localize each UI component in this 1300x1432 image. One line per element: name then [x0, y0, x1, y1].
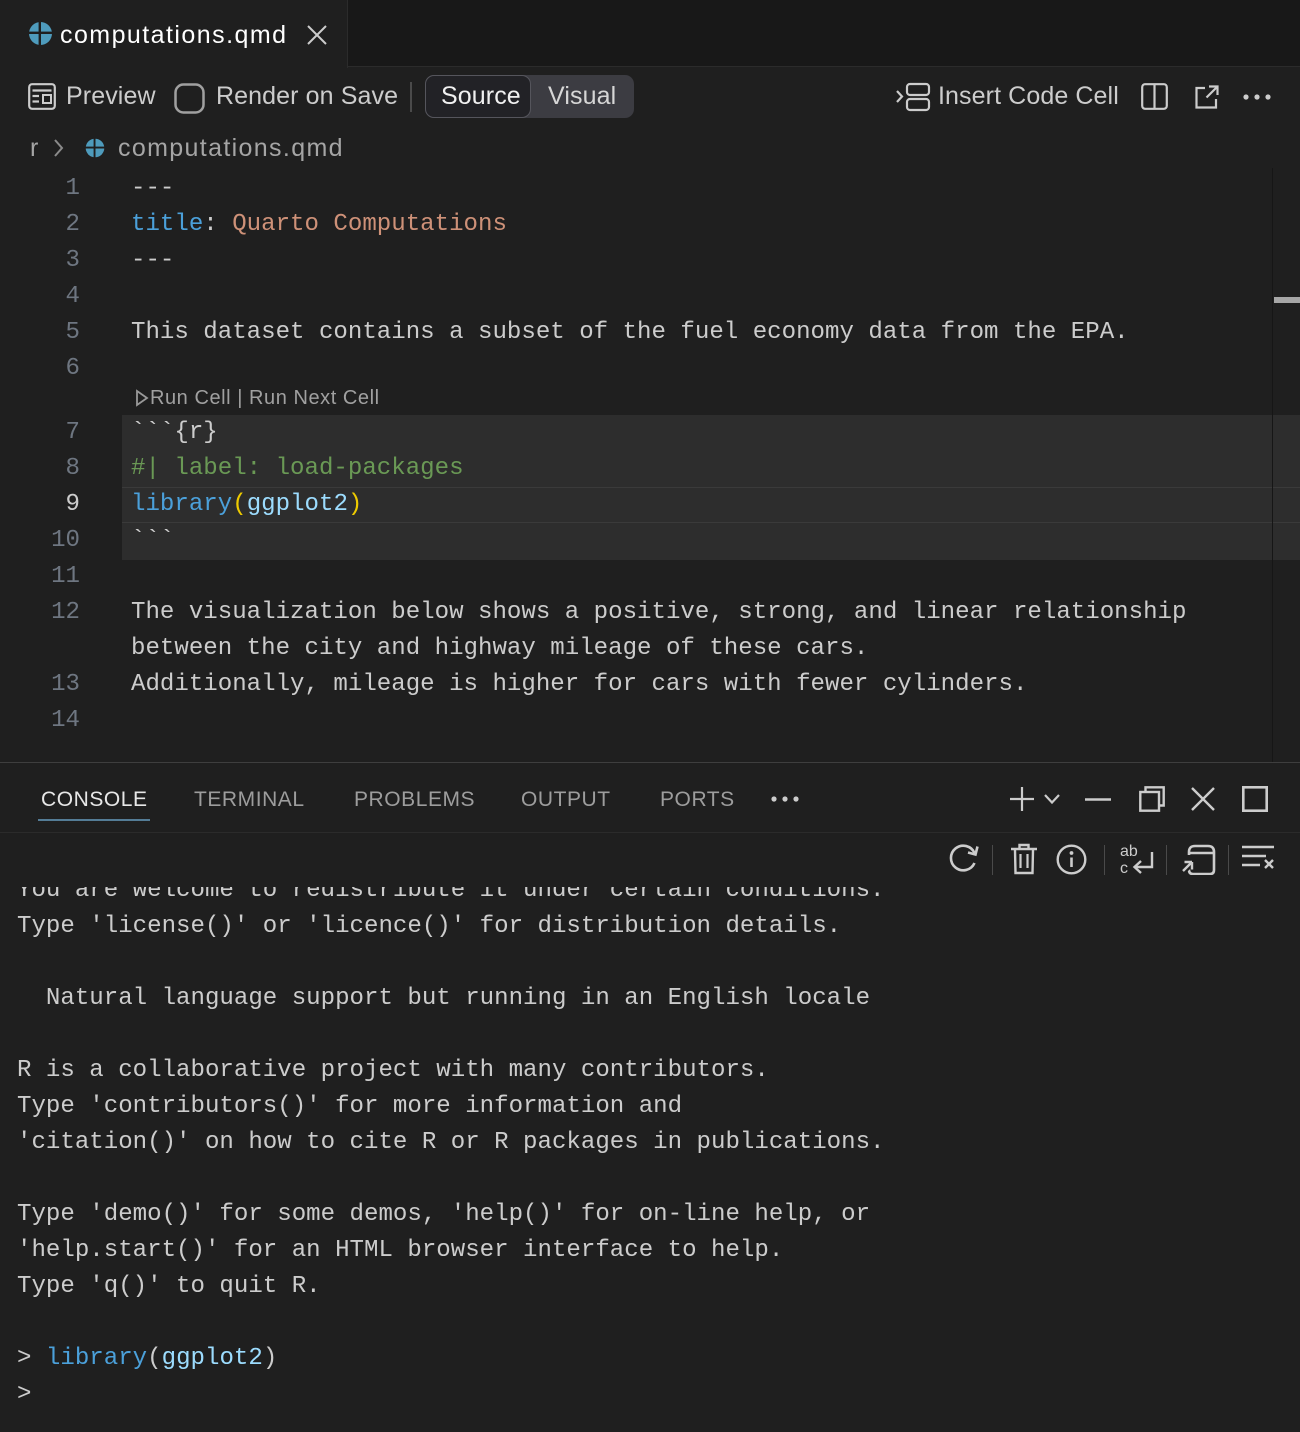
svg-text:c: c: [1120, 860, 1128, 877]
svg-text:ab: ab: [1120, 843, 1138, 860]
